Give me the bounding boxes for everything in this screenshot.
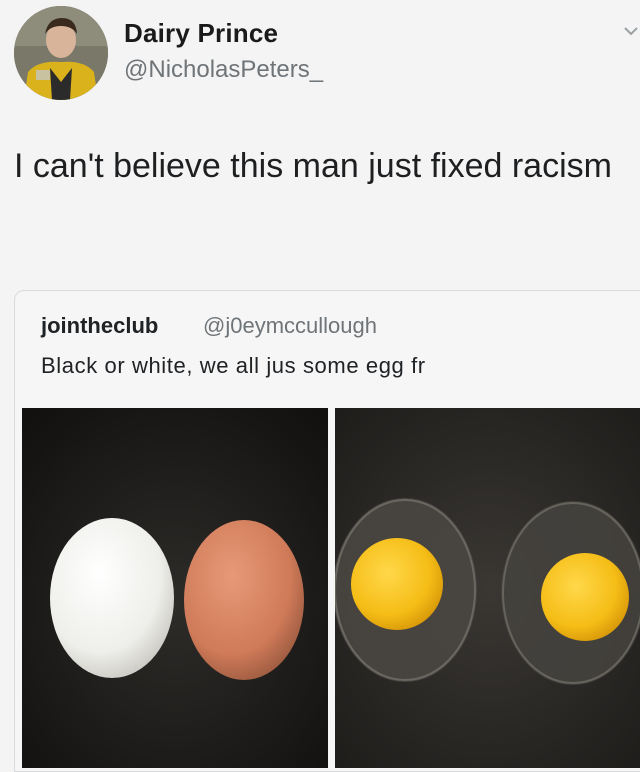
quoted-tweet-text: Black or white, we all jus some egg fr bbox=[41, 353, 426, 378]
white-and-brown-eggs-icon bbox=[22, 408, 328, 768]
profile-photo-icon bbox=[14, 6, 108, 100]
author-handle[interactable]: @NicholasPeters_ bbox=[124, 56, 323, 84]
tweet-text: I can't believe this man just fixed raci… bbox=[14, 147, 612, 185]
cracked-eggs-photo[interactable] bbox=[335, 408, 640, 768]
quoted-display-name[interactable]: jointheclub bbox=[41, 313, 158, 339]
quoted-handle[interactable]: @j0eymccullough bbox=[203, 313, 377, 339]
tweet-card: Dairy Prince @NicholasPeters_ I can't be… bbox=[0, 0, 640, 772]
two-fried-egg-yolks-icon bbox=[335, 408, 640, 768]
author-avatar[interactable] bbox=[14, 6, 108, 100]
author-display-name[interactable]: Dairy Prince bbox=[124, 18, 278, 49]
whole-eggs-photo[interactable] bbox=[22, 408, 328, 768]
chevron-down-icon[interactable] bbox=[622, 22, 640, 40]
